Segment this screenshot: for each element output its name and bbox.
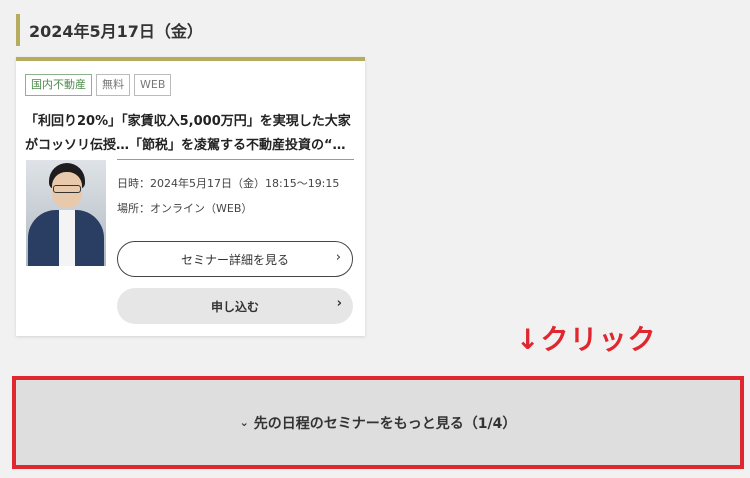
seminar-title-line1[interactable]: 「利回り20%」「家賃収入5,000万円」を実現した大家 [25,110,359,134]
tag-web: WEB [134,74,172,96]
show-more-label: 先の日程のセミナーをもっと見る（1/4） [253,415,517,432]
seminar-card: 国内不動産 無料 WEB 「利回り20%」「家賃収入5,000万円」を実現した大… [16,57,365,336]
seminar-detail-label: セミナー詳細を見る [180,252,289,267]
apply-button[interactable]: 申し込む › [117,288,353,324]
apply-label: 申し込む [210,299,259,314]
tag-category: 国内不動産 [25,74,92,96]
speaker-photo [26,160,106,266]
chevron-right-icon: › [336,296,342,311]
show-more-button[interactable]: ⌄ 先の日程のセミナーをもっと見る（1/4） [16,380,740,465]
click-annotation: ↓クリック [516,323,657,356]
tag-list: 国内不動産 無料 WEB [25,74,172,96]
seminar-detail-button[interactable]: セミナー詳細を見る › [117,241,353,277]
seminar-datetime: 日時：2024年5月17日（金）18:15～19:15 [117,177,340,190]
chevron-down-icon: ⌄ [239,416,249,429]
seminar-place: 場所：オンライン（WEB） [117,202,253,215]
divider [117,159,354,160]
seminar-title-line2[interactable]: がコッソリ伝授…「節税」を凌駕する不動産投資の“… [25,134,359,158]
tag-free: 無料 [96,74,130,96]
chevron-right-icon: › [335,250,341,265]
seminar-title[interactable]: 「利回り20%」「家賃収入5,000万円」を実現した大家 がコッソリ伝授…「節税… [25,110,359,158]
date-heading: 2024年5月17日（金） [16,14,203,46]
date-heading-text: 2024年5月17日（金） [29,22,203,41]
